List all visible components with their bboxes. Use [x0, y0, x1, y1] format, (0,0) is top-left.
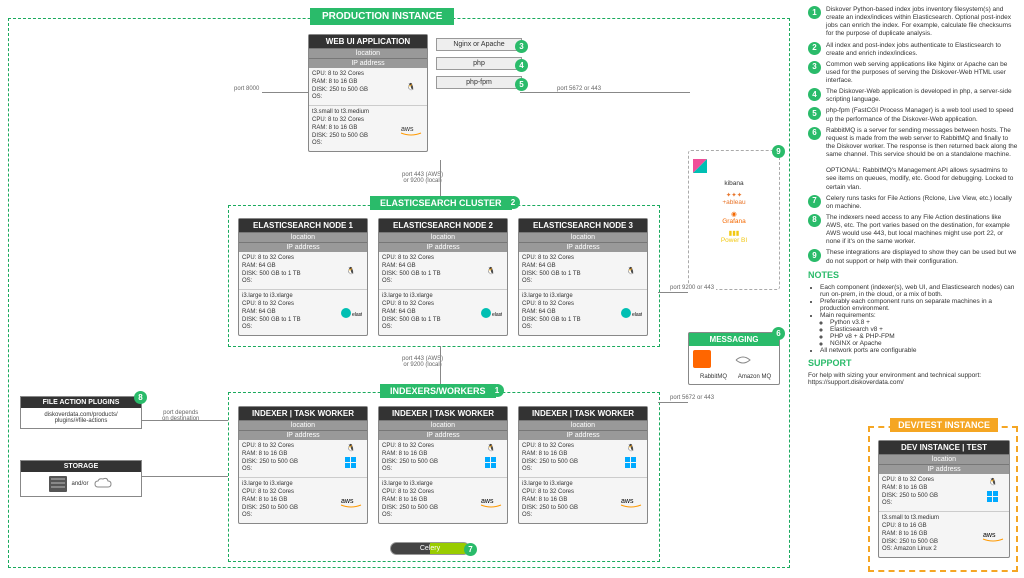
badge-4: 4: [515, 59, 528, 72]
grafana-icon: ◉Grafana: [693, 210, 775, 225]
disk-icon: [49, 476, 67, 492]
svg-text:aws: aws: [401, 126, 414, 133]
es-title: ELASTICSEARCH CLUSTER2: [370, 196, 512, 210]
kibana-icon: kibana: [693, 159, 775, 187]
badge-7: 7: [464, 543, 477, 556]
elastic-icon: elastic: [620, 306, 642, 320]
es-node-2: ELASTICSEARCH NODE 2 location IP address…: [378, 218, 508, 336]
analytics-box: 9 kibana ✦✦✦+ableau ◉Grafana ▮▮▮Power BI: [688, 150, 780, 290]
pill-phpfpm: php-fpm5: [436, 76, 522, 89]
windows-icon: [345, 457, 357, 469]
storage-box: STORAGE and/or: [20, 460, 142, 497]
svg-text:elastic: elastic: [492, 312, 502, 318]
pill-nginx: Nginx or Apache3: [436, 38, 522, 51]
elastic-icon: elastic: [340, 306, 362, 320]
linux-icon: 🐧: [487, 267, 496, 275]
webui-ip: IP address: [309, 58, 427, 68]
badge-6: 6: [772, 327, 785, 340]
idx-1: INDEXER | TASK WORKER location IP addres…: [238, 406, 368, 524]
windows-icon: [987, 491, 999, 503]
linux-icon: 🐧: [989, 478, 998, 486]
aws-icon: aws: [981, 527, 1005, 543]
aws-icon: aws: [479, 493, 503, 509]
idx-3: INDEXER | TASK WORKER location IP addres…: [518, 406, 648, 524]
badge-1: 1: [491, 384, 504, 397]
badge-9: 9: [772, 145, 785, 158]
dev-node: DEV INSTANCE | TEST location IP address …: [878, 440, 1010, 558]
webui-head: WEB UI APPLICATION: [309, 35, 427, 48]
badge-3: 3: [515, 40, 528, 53]
legend: 1Diskover Python-based index jobs invent…: [808, 6, 1018, 386]
idx-2: INDEXER | TASK WORKER location IP addres…: [378, 406, 508, 524]
svg-text:aws: aws: [983, 532, 996, 539]
rabbitmq-icon: [693, 350, 711, 368]
es1-head: ELASTICSEARCH NODE 1: [239, 219, 367, 232]
port-443-a: port 443 (AWS) or 9200 (local): [400, 172, 445, 184]
dev-title: DEV/TEST INSTANCE: [890, 418, 998, 432]
svg-text:elastic: elastic: [632, 312, 642, 318]
port-9200: port 9200 or 443: [668, 285, 716, 291]
port-443-b: port 443 (AWS) or 9200 (local): [400, 356, 445, 368]
svg-text:aws: aws: [481, 498, 494, 505]
pill-php: php4: [436, 57, 522, 70]
webui-spec2: t3.small to t3.medium CPU: 8 to 32 Cores…: [312, 109, 398, 148]
linux-icon: 🐧: [627, 267, 636, 275]
windows-icon: [625, 457, 637, 469]
fap-box: 8 FILE ACTION PLUGINS diskoverdata.com/p…: [20, 396, 142, 429]
idx-title: INDEXERS/WORKERS1: [380, 384, 496, 398]
svg-text:aws: aws: [621, 498, 634, 505]
messaging-box: 6 MESSAGING RabbitMQ Amazon MQ: [688, 332, 780, 385]
fap-link[interactable]: diskoverdata.com/products/ plugins/#file…: [21, 408, 141, 428]
aws-icon: aws: [619, 493, 643, 509]
port-8000: port 8000: [232, 86, 261, 92]
linux-icon: 🐧: [627, 444, 636, 452]
badge-2: 2: [507, 196, 520, 209]
amazonmq-icon: [734, 350, 752, 368]
webui-node: WEB UI APPLICATION location IP address C…: [308, 34, 428, 152]
badge-5: 5: [515, 78, 528, 91]
port-5672-b: port 5672 or 443: [668, 395, 716, 401]
svg-text:elastic: elastic: [352, 312, 362, 318]
linux-icon: 🐧: [347, 444, 356, 452]
webui-loc: location: [309, 48, 427, 58]
linux-icon: 🐧: [407, 83, 416, 91]
webui-spec1: CPU: 8 to 32 Cores RAM: 8 to 16 GB DISK:…: [312, 71, 398, 102]
es-node-3: ELASTICSEARCH NODE 3 location IP address…: [518, 218, 648, 336]
es-node-1: ELASTICSEARCH NODE 1 location IP address…: [238, 218, 368, 336]
elastic-icon: elastic: [480, 306, 502, 320]
windows-icon: [485, 457, 497, 469]
celery-pill: Celery7: [390, 542, 470, 555]
tableau-icon: ✦✦✦+ableau: [693, 191, 775, 206]
svg-text:aws: aws: [341, 498, 354, 505]
cloud-icon: [93, 477, 113, 491]
notes: NOTES Each component (indexer(s), web UI…: [808, 270, 1018, 386]
linux-icon: 🐧: [347, 267, 356, 275]
prod-title: PRODUCTION INSTANCE: [310, 8, 454, 25]
badge-8: 8: [134, 391, 147, 404]
aws-icon: aws: [399, 121, 423, 137]
powerbi-icon: ▮▮▮Power BI: [693, 229, 775, 244]
aws-icon: aws: [339, 493, 363, 509]
linux-icon: 🐧: [487, 444, 496, 452]
